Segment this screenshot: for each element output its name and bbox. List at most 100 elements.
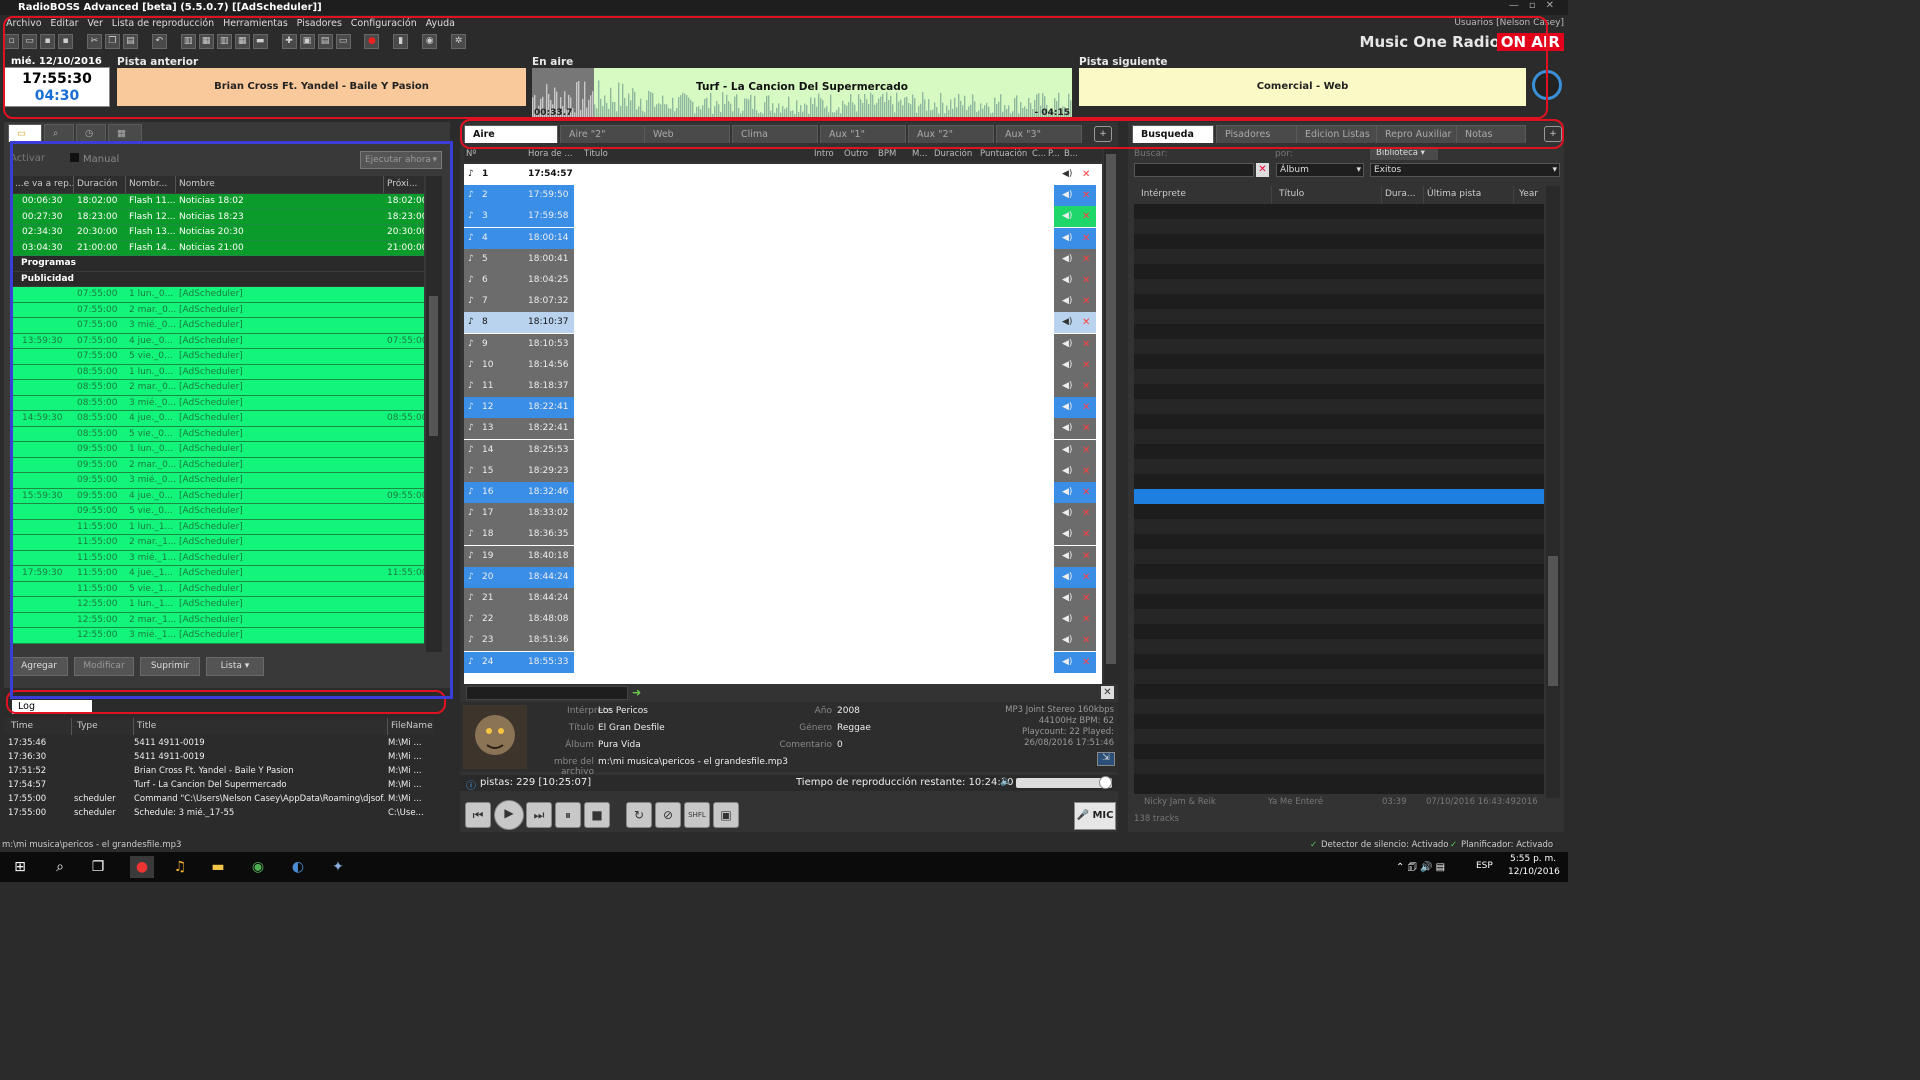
log-row[interactable]: 17:54:57 Turf - La Cancion Del Supermerca…	[4, 780, 434, 794]
result-row[interactable]	[1134, 444, 1544, 459]
scheduler-row[interactable]: 00:06:30 18:02:00 Flash 11... Noticias 18:0…	[12, 194, 424, 210]
volume-icon[interactable]: ◀)	[1062, 588, 1072, 609]
volume-icon[interactable]: ◀)	[1062, 228, 1072, 249]
new-icon[interactable]: ▫	[4, 34, 19, 49]
scheduler-row[interactable]: 12:55:00 3 mié._1... [AdScheduler]	[12, 628, 424, 644]
run-now-button[interactable]: Ejecutar ahora ▾	[360, 151, 442, 169]
remove-icon[interactable]: ✕	[1082, 524, 1090, 545]
log-row[interactable]: 17:55:00 scheduler Schedule: 3 mié._17-55 C…	[4, 808, 434, 822]
col-duration[interactable]: Dura...	[1382, 186, 1424, 203]
volume-icon[interactable]: ◀)	[1062, 418, 1072, 439]
delete-button[interactable]: Suprimir	[140, 657, 200, 676]
playlist-col[interactable]: Outro	[844, 149, 868, 159]
playlist-tab[interactable]: Aire	[464, 125, 558, 143]
scheduler-row[interactable]: 13:59:30 07:55:00 4 jue._0... [AdScheduler]…	[12, 333, 424, 349]
cut-icon[interactable]: ✂	[86, 34, 102, 49]
taskbar-time[interactable]: 5:55 p. m.	[1510, 854, 1556, 864]
volume-icon[interactable]: ◀)	[1062, 546, 1072, 567]
remove-icon[interactable]: ✕	[1082, 630, 1090, 651]
playlist-row[interactable]: ♪ 5 18:00:41 ◀) ✕	[464, 248, 1102, 270]
volume-icon[interactable]: ◀)	[1062, 355, 1072, 376]
scheduler-row[interactable]: 08:55:00 2 mar._0... [AdScheduler]	[12, 380, 424, 396]
volume-icon[interactable]: 🔈	[1000, 776, 1012, 787]
library-select[interactable]: Exitos ▾	[1370, 163, 1560, 177]
result-row[interactable]	[1134, 309, 1544, 324]
shuffle-icon[interactable]: SHFL	[684, 802, 710, 828]
col-artist[interactable]: Intérprete	[1138, 186, 1272, 203]
library-icon[interactable]: ▤	[317, 34, 333, 49]
stats-icon[interactable]: ▮	[393, 34, 409, 49]
menu-configuracion[interactable]: Configuración	[351, 15, 417, 32]
playlist-col[interactable]: C...	[1032, 149, 1046, 159]
planner-status[interactable]: Planificador: Activado	[1461, 838, 1553, 852]
clock-tab-icon[interactable]: ◷	[76, 124, 106, 142]
menu-pisadores[interactable]: Pisadores	[297, 15, 342, 32]
scheduler-row[interactable]: 09:55:00 3 mié._0... [AdScheduler]	[12, 473, 424, 489]
log-row[interactable]: 17:35:46 5411 4911-0019 M:\Mi ...	[4, 738, 434, 752]
volume-icon[interactable]: ◀)	[1062, 376, 1072, 397]
playlist-col[interactable]: Nº	[466, 149, 476, 159]
manual-checkbox[interactable]: Manual	[70, 153, 119, 165]
col-duration[interactable]: Duración	[74, 176, 126, 193]
arrow-right-icon[interactable]: ➜	[632, 686, 641, 699]
playlist-col[interactable]: BPM	[878, 149, 896, 159]
activar-toggle[interactable]: Activar	[10, 153, 45, 164]
col-next-run[interactable]: ...e va a rep...	[12, 176, 74, 193]
silence-detector[interactable]: Detector de silencio: Activado	[1321, 838, 1449, 852]
result-row[interactable]	[1134, 504, 1544, 519]
playlist-row[interactable]: ♪ 3 17:59:58 ◀) ✕	[464, 206, 1102, 228]
tray-icons[interactable]: ⌃ 🗊 🔊 ▤	[1396, 860, 1445, 877]
playlist-col[interactable]: Intro	[814, 149, 834, 159]
results-last-row[interactable]: Nicky Jam & Reik Ya Me Enteré 03:39 07/1…	[1134, 797, 1544, 809]
on-air-track-panel[interactable]: Turf - La Cancion Del Supermercado 00:33…	[532, 68, 1072, 118]
remove-icon[interactable]: ✕	[1082, 334, 1090, 355]
adscheduler-icon[interactable]: ♫	[168, 856, 192, 878]
layout4-icon[interactable]: ▦	[234, 34, 250, 49]
playlist-row[interactable]: ♪ 22 18:48:08 ◀) ✕	[464, 609, 1102, 631]
result-row[interactable]	[1134, 654, 1544, 669]
result-row[interactable]	[1134, 564, 1544, 579]
playlist-row[interactable]: ♪ 14 18:25:53 ◀) ✕	[464, 439, 1102, 461]
prev-icon[interactable]: ⏮	[465, 802, 491, 828]
log-tab[interactable]: Log	[12, 700, 92, 714]
save-icon[interactable]: ▪	[40, 34, 55, 49]
settings-icon[interactable]: ✲	[451, 34, 466, 49]
repeat-icon[interactable]: ↻	[626, 802, 652, 828]
volume-icon[interactable]: ◀)	[1062, 164, 1072, 185]
remove-icon[interactable]: ✕	[1082, 567, 1090, 588]
search-by-select[interactable]: Álbum ▾	[1276, 163, 1364, 177]
remove-icon[interactable]: ✕	[1082, 164, 1090, 185]
search-icon[interactable]: ⌕	[48, 856, 72, 878]
playlist-row[interactable]: ♪ 16 18:32:46 ◀) ✕	[464, 482, 1102, 503]
playlist-tab[interactable]: Aux "3"	[996, 125, 1082, 143]
playlist-col[interactable]: B...	[1064, 149, 1078, 159]
playlist-row[interactable]: ♪ 15 18:29:23 ◀) ✕	[464, 460, 1102, 482]
playlist-row[interactable]: ♪ 8 18:10:37 ◀) ✕	[464, 312, 1102, 334]
copy-icon[interactable]: ❐	[104, 34, 120, 49]
col-type[interactable]: Type	[74, 718, 134, 735]
playlist-tab[interactable]: Aire "2"	[560, 125, 646, 143]
mic-button[interactable]: 🎤 MIC	[1074, 802, 1116, 830]
remove-icon[interactable]: ✕	[1082, 418, 1090, 439]
browser-icon[interactable]: ◐	[286, 856, 310, 878]
result-row[interactable]	[1134, 279, 1544, 294]
remove-icon[interactable]: ✕	[1082, 588, 1090, 609]
scheduler-row[interactable]: 15:59:30 09:55:00 4 jue._0... [AdScheduler]…	[12, 488, 424, 504]
menu-ver[interactable]: Ver	[87, 15, 103, 32]
scheduler-row[interactable]: 08:55:00 3 mié._0... [AdScheduler]	[12, 395, 424, 411]
scheduler-row[interactable]: 07:55:00 5 vie._0... [AdScheduler]	[12, 349, 424, 365]
open-icon[interactable]: ▭	[22, 34, 37, 49]
scheduler-row[interactable]: 17:59:30 11:55:00 4 jue._1... [AdScheduler]…	[12, 566, 424, 582]
playlist-row[interactable]: ♪ 17 18:33:02 ◀) ✕	[464, 503, 1102, 525]
result-row[interactable]	[1134, 639, 1544, 654]
remove-icon[interactable]: ✕	[1082, 652, 1090, 673]
menu-lista[interactable]: Lista de reproducción	[112, 15, 214, 32]
volume-icon[interactable]: ◀)	[1062, 185, 1072, 206]
remove-icon[interactable]: ✕	[1082, 355, 1090, 376]
result-row[interactable]	[1134, 264, 1544, 279]
scheduler-row[interactable]: 00:27:30 18:23:00 Flash 12... Noticias 18:2…	[12, 209, 424, 225]
search-tab-icon[interactable]: ⌕	[44, 124, 74, 142]
result-row[interactable]	[1134, 324, 1544, 339]
playlist-row[interactable]: ♪ 1 17:54:57 ◀) ✕	[464, 164, 1102, 185]
window-controls[interactable]: —▫✕	[1509, 0, 1564, 15]
